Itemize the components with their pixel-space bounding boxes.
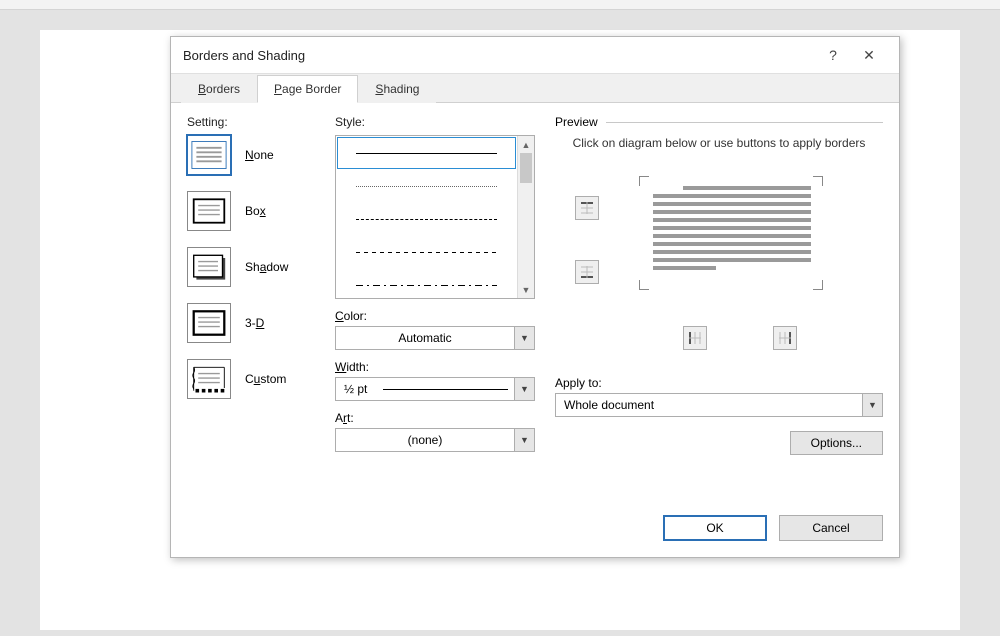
chevron-down-icon[interactable]: ▼ — [514, 378, 534, 400]
setting-none-label: None — [245, 148, 274, 162]
setting-box[interactable]: Box — [187, 191, 315, 231]
help-button[interactable]: ? — [815, 41, 851, 69]
scroll-up-icon[interactable]: ▲ — [518, 136, 534, 153]
dialog-title: Borders and Shading — [183, 48, 815, 63]
setting-none-icon — [187, 135, 231, 175]
preview-diagram[interactable] — [641, 178, 821, 288]
width-combo[interactable]: ½ pt ▼ — [335, 377, 535, 401]
scroll-down-icon[interactable]: ▼ — [518, 281, 534, 298]
chevron-down-icon[interactable]: ▼ — [862, 394, 882, 416]
style-solid[interactable] — [337, 137, 516, 169]
ok-button[interactable]: OK — [663, 515, 767, 541]
setting-custom-icon — [187, 359, 231, 399]
borders-shading-dialog: Borders and Shading ? ✕ Borders Page Bor… — [170, 36, 900, 558]
setting-label: Setting: — [187, 115, 315, 129]
style-scrollbar[interactable]: ▲ ▼ — [517, 136, 534, 298]
apply-to-combo[interactable]: Whole document ▼ — [555, 393, 883, 417]
style-dashed-long[interactable] — [337, 203, 516, 235]
chevron-down-icon[interactable]: ▼ — [514, 327, 534, 349]
art-label: Art: — [335, 411, 535, 425]
apply-to-value: Whole document — [556, 394, 862, 416]
width-value: ½ pt — [336, 378, 514, 400]
preview-label: Preview — [555, 115, 598, 129]
border-bottom-button[interactable] — [575, 260, 599, 284]
setting-box-icon — [187, 191, 231, 231]
style-dotted[interactable] — [337, 170, 516, 202]
style-label: Style: — [335, 115, 535, 129]
setting-custom[interactable]: Custom — [187, 359, 315, 399]
close-icon: ✕ — [863, 47, 875, 64]
art-combo[interactable]: (none) ▼ — [335, 428, 535, 452]
setting-custom-label: Custom — [245, 372, 286, 386]
options-button[interactable]: Options... — [790, 431, 883, 455]
setting-3d-icon — [187, 303, 231, 343]
border-right-button[interactable] — [773, 326, 797, 350]
scroll-thumb[interactable] — [520, 153, 532, 183]
style-dashdot[interactable] — [337, 269, 516, 299]
setting-shadow[interactable]: Shadow — [187, 247, 315, 287]
tab-strip: Borders Page Border Shading — [171, 73, 899, 103]
setting-3d-label: 3-D — [245, 316, 264, 330]
chevron-down-icon[interactable]: ▼ — [514, 429, 534, 451]
art-value: (none) — [336, 429, 514, 451]
width-label: Width: — [335, 360, 535, 374]
tab-borders[interactable]: Borders — [181, 75, 257, 103]
color-combo[interactable]: Automatic ▼ — [335, 326, 535, 350]
border-top-button[interactable] — [575, 196, 599, 220]
close-button[interactable]: ✕ — [851, 41, 887, 69]
color-value: Automatic — [336, 327, 514, 349]
preview-help-text: Click on diagram below or use buttons to… — [555, 135, 883, 152]
titlebar: Borders and Shading ? ✕ — [171, 37, 899, 73]
setting-none[interactable]: None — [187, 135, 315, 175]
tab-shading[interactable]: Shading — [358, 75, 436, 103]
color-label: Color: — [335, 309, 535, 323]
border-left-button[interactable] — [683, 326, 707, 350]
setting-3d[interactable]: 3-D — [187, 303, 315, 343]
preview-area — [555, 166, 883, 356]
cancel-button[interactable]: Cancel — [779, 515, 883, 541]
setting-shadow-icon — [187, 247, 231, 287]
tab-page-border[interactable]: Page Border — [257, 75, 358, 103]
style-listbox[interactable]: ▲ ▼ — [335, 135, 535, 299]
style-dashed-short[interactable] — [337, 236, 516, 268]
apply-to-label: Apply to: — [555, 376, 883, 390]
setting-box-label: Box — [245, 204, 266, 218]
setting-shadow-label: Shadow — [245, 260, 288, 274]
help-icon: ? — [829, 47, 837, 63]
